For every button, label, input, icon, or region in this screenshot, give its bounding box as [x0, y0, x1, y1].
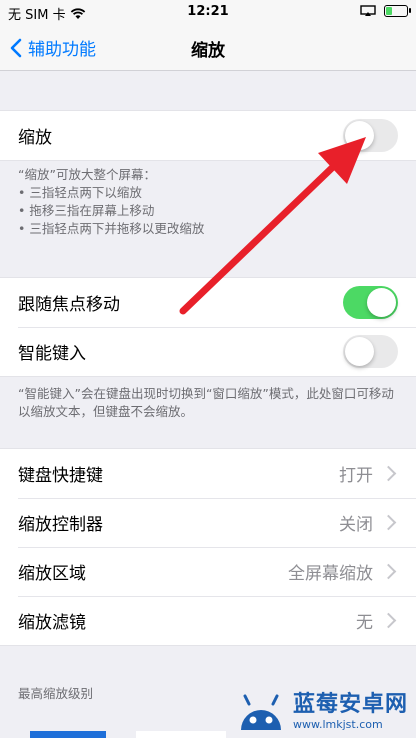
page-title: 缩放 [191, 41, 225, 61]
max-zoom-header: 最高缩放级别 [18, 686, 94, 701]
zoom-row: 缩放 [0, 111, 416, 160]
max-zoom-slider-panel [136, 731, 226, 738]
keyboard-shortcuts-row[interactable]: 键盘快捷键 打开 [0, 449, 416, 498]
watermark-title: 蓝莓安卓网 [292, 692, 408, 717]
smart-typing-toggle[interactable] [343, 335, 398, 368]
watermark-url: www.lmkjst.com [292, 718, 383, 731]
list-item: 三指轻点两下并拖移以更改缩放 [18, 220, 398, 238]
row-value: 全屏幕缩放 [288, 564, 373, 584]
zoom-footnote: “缩放”可放大整个屏幕： 三指轻点两下以缩放 拖移三指在屏幕上移动 三指轻点两下… [18, 166, 398, 238]
smart-typing-row: 智能键入 [0, 327, 416, 376]
zoom-region-row[interactable]: 缩放区域 全屏幕缩放 [0, 547, 416, 596]
smart-typing-label: 智能键入 [18, 344, 86, 364]
navigation-bar: 辅助功能 缩放 [0, 24, 416, 71]
chevron-right-icon [380, 563, 397, 580]
android-logo-icon [240, 694, 281, 730]
row-label: 缩放区域 [18, 564, 86, 584]
zoom-footnote-list: 三指轻点两下以缩放 拖移三指在屏幕上移动 三指轻点两下并拖移以更改缩放 [18, 184, 398, 238]
list-item: 三指轻点两下以缩放 [18, 184, 398, 202]
status-right [360, 5, 411, 17]
follow-focus-label: 跟随焦点移动 [18, 295, 120, 315]
zoom-footnote-intro: “缩放”可放大整个屏幕： [18, 167, 156, 182]
row-value: 打开 [339, 466, 373, 486]
row-label: 键盘快捷键 [18, 466, 103, 486]
toggle-knob [345, 121, 374, 150]
follow-focus-row: 跟随焦点移动 [0, 278, 416, 327]
toggle-knob [367, 288, 396, 317]
focus-group: 跟随焦点移动 智能键入 [0, 277, 416, 377]
battery-fill [386, 7, 393, 15]
zoom-controller-row[interactable]: 缩放控制器 关闭 [0, 498, 416, 547]
battery-icon [384, 5, 411, 17]
toggle-knob [345, 337, 374, 366]
status-bar: 无 SIM 卡 12:21 [0, 0, 416, 24]
smart-typing-footnote: “智能键入”会在键盘出现时切换到“窗口缩放”模式，此处窗口可移动以缩放文本，但键… [18, 386, 394, 419]
zoom-group: 缩放 [0, 110, 416, 161]
watermark-text: 蓝莓安卓网 www.lmkjst.com [292, 692, 408, 731]
max-zoom-slider-track[interactable] [30, 731, 106, 738]
follow-focus-toggle[interactable] [343, 286, 398, 319]
chevron-right-icon [380, 612, 397, 629]
row-label: 缩放控制器 [18, 515, 103, 535]
zoom-toggle[interactable] [343, 119, 398, 152]
row-value: 无 [356, 613, 373, 633]
status-time: 12:21 [187, 4, 229, 19]
zoom-filter-row[interactable]: 缩放滤镜 无 [0, 596, 416, 645]
watermark: 蓝莓安卓网 www.lmkjst.com [235, 690, 408, 734]
screen-mirroring-icon [360, 5, 376, 16]
chevron-right-icon [380, 465, 397, 482]
list-item: 拖移三指在屏幕上移动 [18, 202, 398, 220]
settings-group: 键盘快捷键 打开 缩放控制器 关闭 缩放区域 全屏幕缩放 缩放滤镜 无 [0, 448, 416, 646]
row-label: 缩放滤镜 [18, 613, 86, 633]
chevron-right-icon [380, 514, 397, 531]
zoom-label: 缩放 [18, 128, 52, 148]
row-value: 关闭 [339, 515, 373, 535]
